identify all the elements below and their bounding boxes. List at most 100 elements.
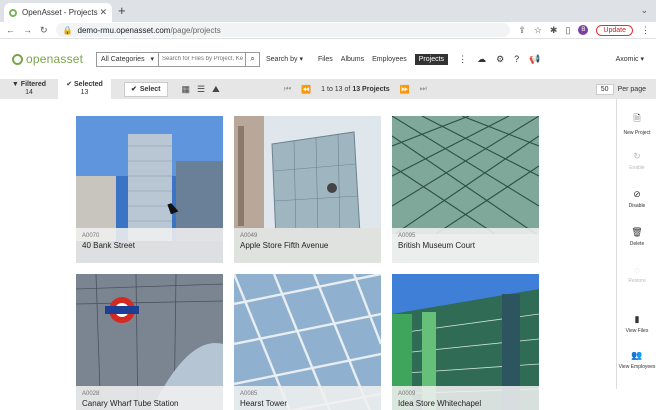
menu-icon[interactable]: ⋮ (641, 25, 650, 36)
disable-action[interactable]: ⊘ Disable (617, 189, 656, 209)
select-check-icon: ✔ (131, 86, 137, 93)
selected-tab[interactable]: ✔ Selected 13 (58, 79, 111, 99)
filtered-tab[interactable]: ▼ Filtered 14 (0, 81, 58, 97)
tab-title: OpenAsset - Projects (22, 8, 98, 17)
search-by-dropdown[interactable]: Search by ▾ (266, 55, 314, 63)
project-name: 40 Bank Street (82, 241, 135, 250)
search-box: ⌕ (159, 51, 260, 67)
last-page-icon[interactable]: ⏭ (420, 84, 427, 94)
project-card[interactable]: A0085 Hearst Tower (234, 274, 381, 410)
app-header: openasset All Categories ▾ ⌕ Search by ▾… (0, 39, 656, 79)
new-project-action[interactable]: 🗎 New Project (617, 111, 656, 136)
restore-icon: ◌ (634, 265, 640, 275)
openasset-favicon (9, 8, 17, 17)
update-button[interactable]: Update (596, 24, 633, 36)
announcements-icon[interactable]: 📢 (529, 54, 540, 65)
pagination: ⏮ ⏪ 1 to 13 of 13 Projects ⏩ ⏭ (284, 84, 427, 94)
view-employees-action[interactable]: 👥 View Employees (617, 350, 656, 370)
reload-icon[interactable]: ↻ (40, 25, 48, 36)
star-icon[interactable]: ☆ (534, 25, 542, 36)
profile-avatar[interactable]: B (578, 25, 589, 35)
chevron-down-icon: ▾ (150, 56, 154, 63)
help-icon[interactable]: ? (514, 54, 519, 65)
restore-action[interactable]: ◌ Restore (617, 265, 656, 284)
search-by-label: Search by (266, 56, 298, 63)
selected-count: 13 (80, 89, 89, 96)
map-view-icon[interactable]: ⛰ (212, 84, 220, 95)
project-name: Hearst Tower (240, 399, 287, 408)
main-nav: Files Albums Employees Projects (318, 53, 449, 65)
lock-icon: 🔒 (62, 25, 73, 35)
browser-extensions: ⇪ ☆ ✱ ▯ B Update ⋮ (518, 24, 650, 36)
category-value: All Categories (101, 55, 145, 63)
sidebar-icon[interactable]: ▯ (565, 25, 570, 36)
action-label: Disable (628, 203, 646, 209)
more-menu-icon[interactable]: ⋮ (458, 54, 467, 65)
upload-cloud-icon[interactable]: ☁ (477, 54, 486, 65)
search-icon[interactable]: ⌕ (245, 52, 259, 66)
prev-page-icon[interactable]: ⏪ (301, 85, 311, 94)
filter-icon: ▼ (11, 81, 19, 88)
selected-label: Selected (74, 81, 103, 88)
pager-range: 1 to 13 of (321, 85, 351, 93)
tab-search-icon[interactable]: ⌄ (640, 5, 648, 16)
project-card[interactable]: A0070 40 Bank Street (76, 116, 223, 263)
refresh-icon: ↻ (633, 151, 641, 161)
delete-action[interactable]: 🗑 Delete (617, 227, 656, 247)
openasset-logo[interactable]: openasset (12, 52, 96, 66)
project-code: A0070 (82, 233, 100, 239)
per-page-control: 50 Per page (595, 83, 646, 95)
project-card[interactable]: A0028 Canary Wharf Tube Station (76, 274, 223, 410)
action-label: View Files (625, 328, 649, 334)
project-caption: A0049 Apple Store Fifth Avenue (234, 228, 381, 263)
project-card[interactable]: A0049 Apple Store Fifth Avenue (234, 116, 381, 263)
share-icon[interactable]: ⇪ (518, 25, 526, 36)
filtered-count: 14 (25, 89, 33, 96)
new-tab-icon[interactable]: + (118, 3, 126, 18)
trash-icon: 🗑 (631, 227, 643, 237)
ban-icon: ⊘ (633, 189, 641, 199)
url-field[interactable]: 🔒 demo-rmu.openasset.com/page/projects (55, 23, 511, 37)
close-tab-icon[interactable]: ✕ (99, 7, 107, 18)
search-input[interactable] (159, 56, 246, 62)
project-code: A0049 (240, 233, 258, 239)
project-name: Canary Wharf Tube Station (82, 399, 179, 408)
per-page-label: Per page (617, 85, 646, 93)
project-code: A0028 (82, 391, 100, 397)
view-switcher: ▦ ☰ ⛰ (182, 84, 220, 95)
forward-icon[interactable]: → (23, 25, 32, 35)
projects-toolbar: ▼ Filtered 14 ✔ Selected 13 ✔ Select ▦ ☰… (0, 79, 656, 99)
settings-gear-icon[interactable]: ⚙ (496, 54, 504, 65)
url-path: /page/projects (170, 25, 221, 35)
account-name: Axomic (615, 56, 639, 63)
first-page-icon[interactable]: ⏮ (284, 84, 291, 94)
select-button[interactable]: ✔ Select (124, 81, 168, 97)
nav-albums[interactable]: Albums (341, 56, 364, 63)
filtered-label: Filtered (20, 81, 47, 88)
grid-view-icon[interactable]: ▦ (182, 84, 191, 95)
nav-employees[interactable]: Employees (372, 56, 407, 63)
url-domain: demo-rmu.openasset.com (77, 25, 171, 35)
per-page-select[interactable]: 50 (595, 83, 614, 95)
extensions-icon[interactable]: ✱ (550, 25, 558, 36)
pager-text: 1 to 13 of 13 Projects (321, 86, 390, 93)
account-menu[interactable]: Axomic ▾ (616, 55, 644, 63)
action-label: Restore (628, 278, 646, 284)
document-plus-icon: 🗎 (633, 113, 641, 123)
project-card[interactable]: A0095 British Museum Court (392, 116, 539, 263)
browser-tab-bar: OpenAsset - Projects ✕ + ⌄ (0, 0, 656, 22)
back-icon[interactable]: ← (6, 25, 15, 35)
select-label: Select (139, 85, 161, 93)
logo-icon (12, 53, 23, 65)
next-page-icon[interactable]: ⏩ (400, 85, 410, 94)
project-grid: A0070 40 Bank Street A0049 Apple Store F… (76, 116, 539, 410)
project-card[interactable]: A0009 Idea Store Whitechapel (392, 274, 539, 410)
enable-action[interactable]: ↻ Enable (617, 151, 656, 171)
view-files-action[interactable]: ▮ View Files (617, 314, 656, 334)
nav-projects[interactable]: Projects (414, 53, 449, 65)
list-view-icon[interactable]: ☰ (197, 84, 205, 95)
project-caption: A0085 Hearst Tower (234, 386, 381, 410)
nav-files[interactable]: Files (318, 56, 333, 63)
category-select[interactable]: All Categories ▾ (96, 51, 159, 67)
browser-tab[interactable]: OpenAsset - Projects ✕ (4, 3, 112, 22)
